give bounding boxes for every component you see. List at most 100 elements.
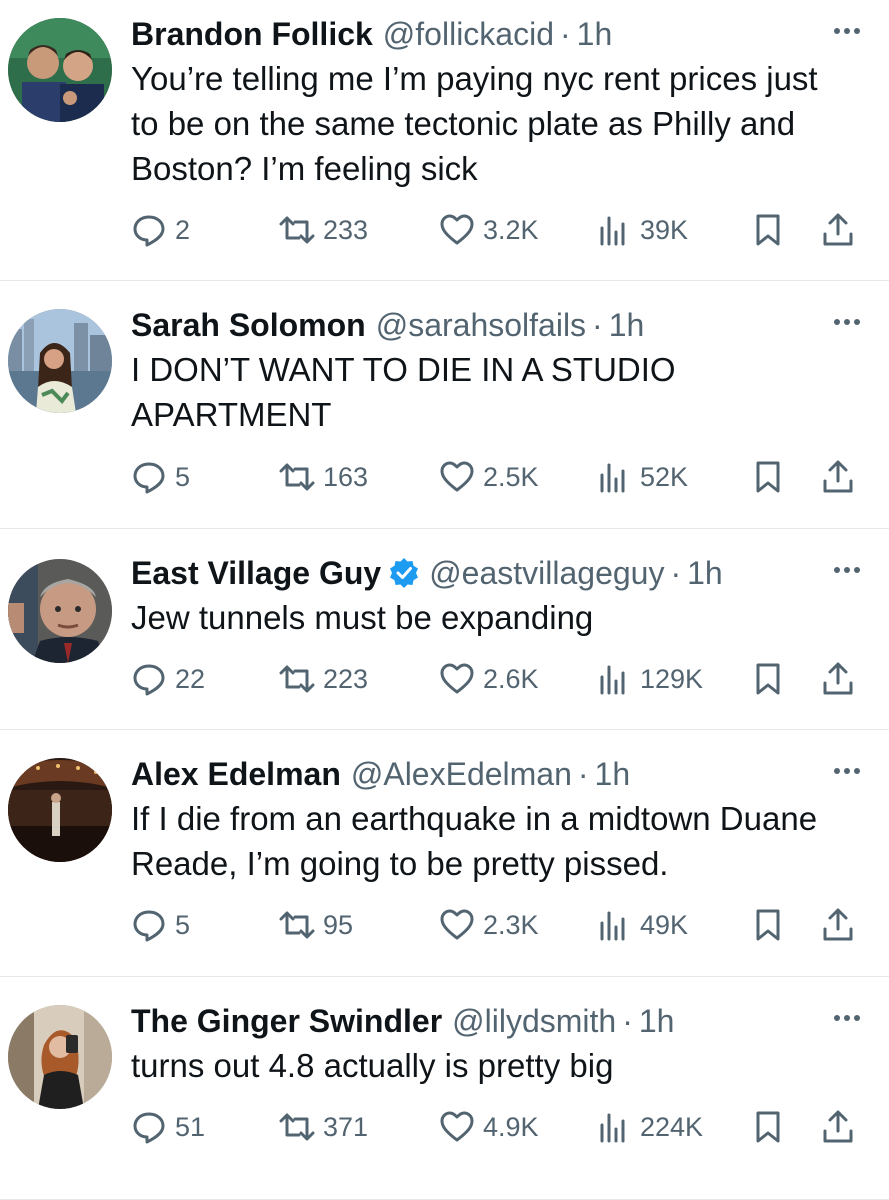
timestamp[interactable]: 1h [595, 754, 631, 794]
tweet-text: Jew tunnels must be expanding [131, 595, 865, 640]
views-count: 49K [640, 909, 689, 940]
tweet[interactable]: Sarah Solomon @sarahsolfails · 1h I DON’… [0, 281, 889, 529]
reply-button[interactable]: 2 [131, 207, 190, 253]
avatar-photo [8, 559, 112, 663]
retweet-icon [279, 1113, 315, 1141]
reply-count: 5 [175, 909, 191, 940]
retweet-count: 371 [323, 1111, 369, 1142]
views-icon [600, 665, 625, 695]
avatar[interactable] [8, 309, 112, 413]
separator-dot: · [622, 1003, 633, 1039]
views-button[interactable]: 224K [596, 1104, 703, 1150]
heart-icon [440, 663, 474, 694]
views-icon [600, 216, 625, 246]
display-name[interactable]: Sarah Solomon [131, 305, 366, 345]
timestamp[interactable]: 1h [687, 553, 723, 593]
tweet[interactable]: East Village Guy @eastvillageguy · 1h Je… [0, 529, 889, 730]
reply-button[interactable]: 51 [131, 1104, 205, 1150]
separator-dot: · [577, 756, 589, 792]
tweet-text: If I die from an earthquake in a midtown… [131, 796, 865, 886]
reply-icon [133, 1112, 165, 1144]
avatar[interactable] [8, 559, 112, 663]
avatar[interactable] [8, 1005, 112, 1109]
retweet-button[interactable]: 163 [279, 454, 368, 500]
share-button[interactable] [820, 454, 864, 500]
retweet-button[interactable]: 233 [279, 207, 368, 253]
bookmark-button[interactable] [750, 902, 794, 948]
bookmark-button[interactable] [750, 1104, 794, 1150]
reply-icon [133, 910, 165, 942]
avatar[interactable] [8, 18, 112, 122]
display-name[interactable]: Alex Edelman [131, 754, 341, 794]
retweet-icon [279, 911, 315, 939]
avatar-photo [8, 18, 112, 122]
more-options-icon[interactable] [829, 756, 865, 786]
more-options-icon[interactable] [829, 555, 865, 585]
retweet-button[interactable]: 223 [279, 656, 368, 702]
like-button[interactable]: 2.5K [439, 454, 539, 500]
separator-dot: · [592, 307, 603, 343]
like-button[interactable]: 3.2K [439, 207, 539, 253]
bookmark-icon [756, 1111, 780, 1143]
share-icon [823, 213, 853, 246]
views-button[interactable]: 39K [596, 207, 688, 253]
bookmark-button[interactable] [750, 656, 794, 702]
separator-dot: · [670, 555, 682, 591]
tweet[interactable]: Brandon Follick @follickacid · 1h You’re… [0, 0, 889, 281]
views-button[interactable]: 129K [596, 656, 703, 702]
views-button[interactable]: 49K [596, 902, 688, 948]
like-button[interactable]: 2.3K [439, 902, 539, 948]
display-name[interactable]: Brandon Follick [131, 14, 373, 54]
bookmark-button[interactable] [750, 207, 794, 253]
retweet-button[interactable]: 371 [279, 1104, 368, 1150]
user-handle[interactable]: @eastvillageguy [429, 553, 664, 593]
more-options-icon[interactable] [829, 16, 865, 46]
timestamp[interactable]: 1h [577, 14, 613, 54]
reply-button[interactable]: 22 [131, 656, 205, 702]
views-button[interactable]: 52K [596, 454, 688, 500]
tweet-text: turns out 4.8 actually is pretty big [131, 1043, 865, 1088]
retweet-button[interactable]: 95 [279, 902, 353, 948]
tweet-header: Sarah Solomon @sarahsolfails · 1h [131, 305, 865, 345]
tweet-text-line: Reade, I’m going to be pretty pissed. [131, 845, 669, 882]
more-options-icon[interactable] [829, 307, 865, 337]
retweet-icon [279, 216, 315, 244]
retweet-count: 163 [323, 461, 369, 492]
user-handle[interactable]: @follickacid [383, 14, 554, 54]
tweet-header: Brandon Follick @follickacid · 1h [131, 14, 865, 54]
more-options-icon[interactable] [829, 1003, 865, 1033]
views-icon [600, 1113, 625, 1143]
like-count: 2.6K [483, 663, 539, 694]
user-handle[interactable]: @sarahsolfails [376, 305, 586, 345]
tweet[interactable]: Alex Edelman @AlexEdelman · 1h If I die … [0, 730, 889, 977]
retweet-icon [279, 665, 315, 693]
like-count: 2.3K [483, 909, 539, 940]
tweet-header: Alex Edelman @AlexEdelman · 1h [131, 754, 865, 794]
display-name[interactable]: East Village Guy [131, 553, 381, 593]
share-button[interactable] [820, 207, 864, 253]
views-count: 52K [640, 461, 689, 492]
like-button[interactable]: 4.9K [439, 1104, 539, 1150]
bookmark-button[interactable] [750, 454, 794, 500]
action-bar: 51 371 4.9K 224K [131, 1104, 865, 1150]
share-button[interactable] [820, 656, 864, 702]
tweet-text-line: Boston? I’m feeling sick [131, 150, 478, 187]
like-button[interactable]: 2.6K [439, 656, 539, 702]
tweet-text-line: Jew tunnels must be expanding [131, 599, 594, 636]
timestamp[interactable]: 1h [609, 305, 645, 345]
tweet-text-line: to be on the same tectonic plate as Phil… [131, 105, 796, 142]
timestamp[interactable]: 1h [639, 1001, 675, 1041]
action-bar: 2 233 3.2K 39K [131, 207, 865, 253]
reply-button[interactable]: 5 [131, 454, 190, 500]
user-handle[interactable]: @AlexEdelman [351, 754, 572, 794]
user-handle[interactable]: @lilydsmith [452, 1001, 616, 1041]
views-count: 39K [640, 214, 689, 245]
share-icon [823, 1110, 853, 1143]
reply-button[interactable]: 5 [131, 902, 190, 948]
tweet[interactable]: The Ginger Swindler @lilydsmith · 1h tur… [0, 977, 889, 1200]
display-name[interactable]: The Ginger Swindler [131, 1001, 442, 1041]
share-button[interactable] [820, 902, 864, 948]
share-button[interactable] [820, 1104, 864, 1150]
avatar[interactable] [8, 758, 112, 862]
bookmark-icon [756, 461, 780, 493]
